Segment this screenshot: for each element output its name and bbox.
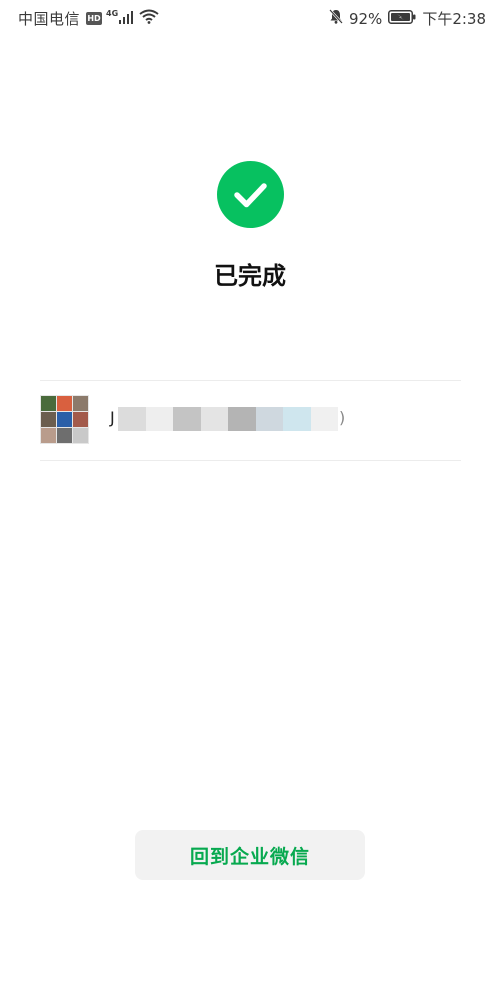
bell-off-icon (329, 9, 343, 28)
group-name-suffix: ) (339, 408, 346, 427)
group-avatar (40, 395, 89, 444)
network-type-label: 4G (106, 9, 119, 18)
redacted-name-mosaic (118, 407, 338, 431)
avatar-tile (73, 412, 88, 427)
avatar-tile (73, 428, 88, 443)
clock: 下午2:38 (422, 10, 486, 28)
avatar-tile (41, 396, 56, 411)
screen: 中国电信 HD 4G 92% 下午2:38 已完成 J) 回到企业微信 (0, 0, 500, 1000)
avatar-tile (41, 428, 56, 443)
carrier-label: 中国电信 (18, 10, 81, 28)
status-left: 中国电信 HD 4G (18, 8, 159, 29)
status-bar: 中国电信 HD 4G 92% 下午2:38 (0, 0, 500, 34)
check-circle-icon (217, 161, 284, 228)
completion-title: 已完成 (214, 262, 286, 290)
avatar-tile (41, 412, 56, 427)
avatar-tile (73, 396, 88, 411)
divider-top (40, 380, 461, 381)
hd-badge: HD (86, 12, 103, 25)
avatar-tile (57, 412, 72, 427)
divider-bottom (40, 460, 461, 461)
battery-percent: 92% (348, 9, 383, 28)
battery-charging-icon (388, 9, 416, 28)
signal-icon (119, 10, 134, 28)
group-name: J (110, 408, 115, 427)
back-to-wecom-button[interactable]: 回到企业微信 (135, 830, 365, 880)
avatar-tile (57, 428, 72, 443)
status-right: 92% 下午2:38 (329, 8, 486, 29)
wifi-icon (139, 9, 159, 28)
avatar-tile (57, 396, 72, 411)
